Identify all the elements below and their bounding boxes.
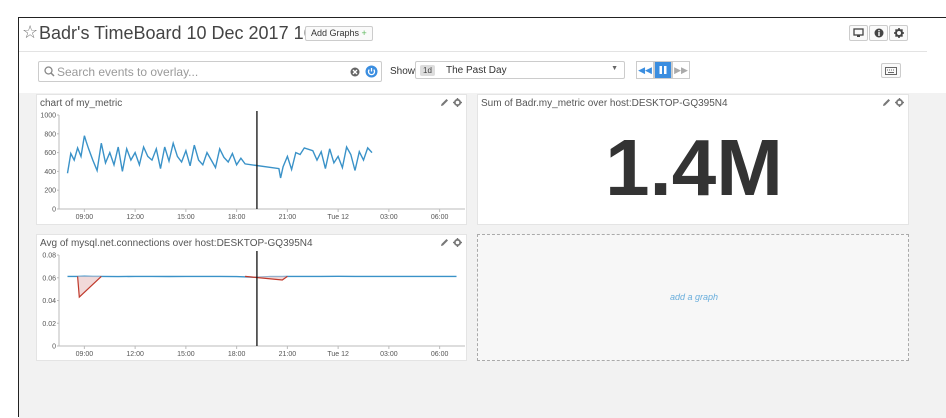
pause-button[interactable]: [654, 61, 672, 79]
x-tick-label: Tue 12: [327, 214, 349, 221]
y-tick-label: 0: [52, 207, 56, 214]
y-tick-label: 600: [44, 150, 56, 157]
x-tick-label: 03:00: [380, 214, 398, 221]
timeframe-label: The Past Day: [446, 65, 507, 76]
info-button[interactable]: [869, 25, 888, 41]
y-tick-label: 0.02: [42, 321, 56, 328]
pause-icon: [659, 66, 667, 74]
x-tick-label: 09:00: [76, 214, 94, 221]
dashboard-frame: ☆ Badr's TimeBoard 10 Dec 2017 16:28 Add…: [18, 17, 946, 418]
add-graph-label: add a graph: [669, 292, 719, 302]
query-value-widget[interactable]: Sum of Badr.my_metric over host:DESKTOP-…: [477, 94, 909, 225]
gear-icon: [893, 28, 904, 38]
forward-button[interactable]: ▶▶: [672, 61, 690, 79]
keyboard-icon: [885, 66, 897, 75]
x-tick-label: 12:00: [126, 214, 144, 221]
keyboard-shortcuts-button[interactable]: [881, 63, 901, 78]
header-divider: [19, 51, 927, 52]
y-tick-label: 400: [44, 169, 56, 176]
toolbar: Show 1d The Past Day ▼ ◀◀ ▶▶: [19, 53, 946, 93]
widget-actions: [882, 98, 904, 107]
y-tick-label: 0.04: [42, 298, 56, 305]
search-icon: [44, 66, 55, 77]
y-tick-label: 1000: [40, 113, 56, 120]
add-graphs-label: Add Graphs: [311, 28, 360, 38]
x-tick-label: 21:00: [279, 351, 297, 358]
power-icon[interactable]: [365, 65, 378, 78]
x-tick-label: 06:00: [431, 214, 449, 221]
fast-forward-icon: ▶▶: [674, 64, 688, 75]
series-line: [66, 135, 373, 179]
x-tick-label: 06:00: [431, 351, 449, 358]
x-tick-label: 15:00: [177, 214, 195, 221]
timeframe-badge: 1d: [420, 65, 435, 76]
query-value: 1.4M: [605, 123, 783, 212]
y-tick-label: 0.08: [42, 253, 56, 260]
add-graphs-button[interactable]: Add Graphs +: [305, 26, 373, 41]
tv-mode-button[interactable]: [849, 25, 868, 41]
gear-icon[interactable]: [895, 98, 904, 107]
clear-icon[interactable]: [350, 67, 360, 77]
y-tick-label: 800: [44, 131, 56, 138]
search-input[interactable]: [57, 64, 327, 79]
timeseries-widget[interactable]: Avg of mysql.net.connections over host:D…: [36, 234, 467, 361]
x-tick-label: 03:00: [380, 351, 398, 358]
widget-title: Sum of Badr.my_metric over host:DESKTOP-…: [481, 98, 728, 109]
timeseries-chart[interactable]: 0 0.02 0.04 0.06 0.08 09:00 12:00 15:00 18:00 21:…: [37, 235, 468, 362]
y-tick-label: 0.06: [42, 275, 56, 282]
show-label: Show: [390, 66, 416, 77]
x-tick-label: 15:00: [177, 351, 195, 358]
x-tick-label: 18:00: [228, 214, 246, 221]
monitor-icon: [853, 28, 864, 37]
x-tick-label: 12:00: [126, 351, 144, 358]
timeframe-select[interactable]: 1d The Past Day ▼: [415, 61, 625, 79]
pencil-icon[interactable]: [882, 98, 891, 107]
info-icon: [874, 28, 883, 38]
add-graph-placeholder[interactable]: add a graph: [477, 234, 909, 361]
settings-button[interactable]: [889, 25, 908, 41]
x-tick-label: Tue 12: [327, 351, 349, 358]
x-tick-label: 09:00: [76, 351, 94, 358]
rewind-icon: ◀◀: [638, 64, 652, 75]
chevron-down-icon: ▼: [611, 65, 618, 72]
dashboard-header: ☆ Badr's TimeBoard 10 Dec 2017 16:28 Add…: [19, 18, 946, 52]
plus-icon: +: [361, 28, 367, 38]
page-title: Badr's TimeBoard 10 Dec 2017 16:28: [39, 23, 339, 43]
y-tick-label: 200: [44, 188, 56, 195]
favorite-star-icon[interactable]: ☆: [22, 23, 38, 41]
search-box[interactable]: [38, 61, 382, 82]
rewind-button[interactable]: ◀◀: [636, 61, 654, 79]
timeseries-widget[interactable]: chart of my_metric 0 200 400 600 800 1000 09:0…: [36, 94, 467, 225]
y-tick-label: 0: [52, 344, 56, 351]
x-tick-label: 18:00: [228, 351, 246, 358]
x-tick-label: 21:00: [279, 214, 297, 221]
timeseries-chart[interactable]: 0 200 400 600 800 1000 09:00 12:00 15:00 18:00 21:…: [37, 95, 468, 226]
